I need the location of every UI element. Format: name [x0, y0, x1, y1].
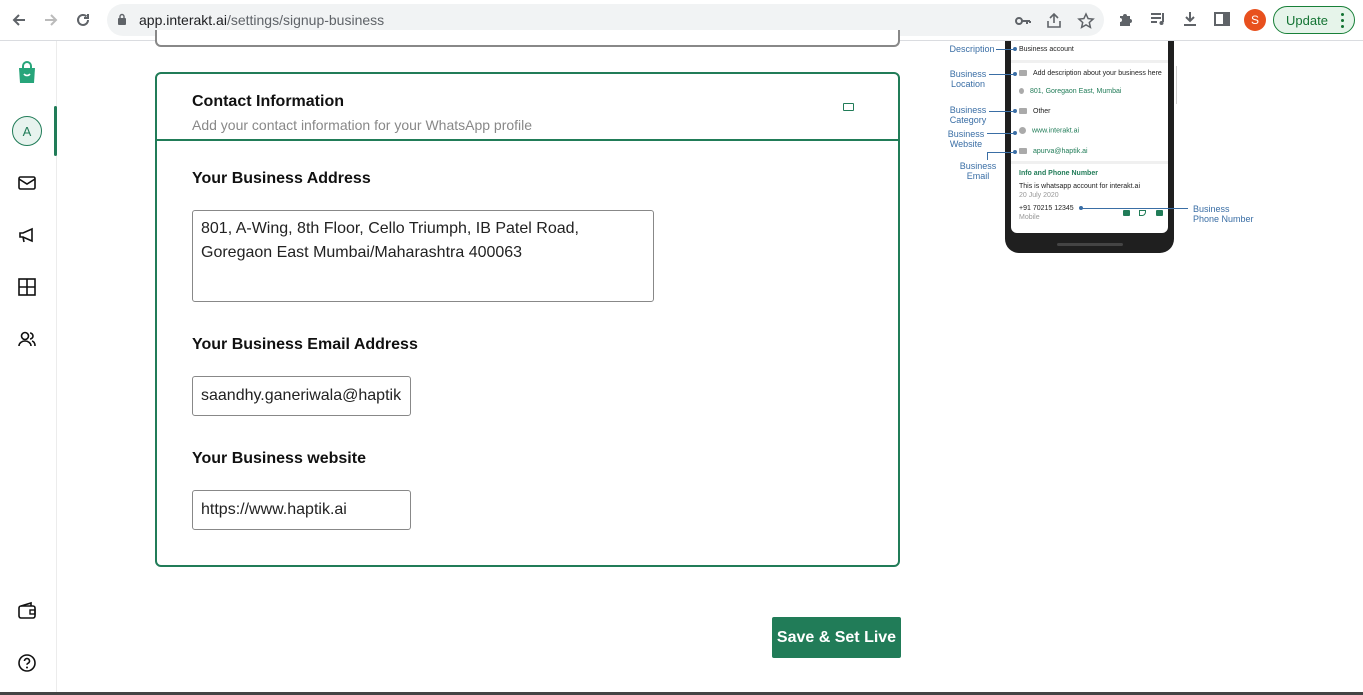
email-label: Your Business Email Address [192, 336, 418, 353]
preview-website-row: www.interakt.ai [1019, 127, 1079, 134]
annotation-description: Description [949, 44, 995, 54]
preview-email-row: apurva@haptik.ai [1019, 148, 1088, 155]
preview-guide-line [1176, 66, 1177, 104]
account-avatar[interactable]: A [12, 116, 42, 146]
video-icon [1156, 210, 1163, 216]
preview-description-row: Add description about your business here [1019, 70, 1162, 77]
category-icon [1019, 108, 1027, 115]
annotation-line [987, 152, 988, 160]
mail-icon [1019, 148, 1027, 155]
address-label: Your Business Address [192, 170, 371, 187]
profile-avatar[interactable]: S [1244, 9, 1266, 31]
card-header[interactable]: Contact Information Add your contact inf… [157, 74, 898, 141]
annotation-line [1082, 208, 1188, 209]
annotation-line [989, 111, 1014, 112]
star-icon[interactable] [1077, 12, 1095, 30]
business-address-field[interactable] [192, 210, 654, 302]
annotation-dot [1013, 47, 1017, 51]
annotation-dot [1013, 131, 1017, 135]
preview-location-row: 801, Goregaon East, Mumbai [1019, 88, 1121, 95]
save-set-live-button[interactable]: Save & Set Live [772, 617, 901, 658]
preview-category-row: Other [1019, 108, 1051, 115]
grid-icon[interactable] [17, 277, 37, 297]
phone-speaker [1057, 243, 1123, 246]
wallet-icon[interactable] [17, 601, 37, 621]
key-icon[interactable] [1014, 12, 1032, 30]
lock-icon [117, 13, 127, 31]
contact-information-card: Contact Information Add your contact inf… [155, 72, 900, 567]
phone-screen: Business account Add description about y… [1011, 41, 1168, 233]
website-label: Your Business website [192, 450, 366, 467]
forward-arrow-icon[interactable] [39, 8, 63, 32]
side-panel-icon[interactable] [1213, 10, 1233, 30]
annotation-category: Business Category [949, 105, 987, 125]
chat-icon [1123, 210, 1130, 216]
share-icon[interactable] [1045, 12, 1063, 30]
update-button[interactable]: Update [1273, 6, 1355, 34]
more-menu-icon[interactable] [1341, 13, 1344, 28]
business-website-field[interactable] [192, 490, 411, 530]
annotation-line [987, 152, 1014, 153]
url-text: app.interakt.ai/settings/signup-business [139, 12, 385, 28]
phone-call-icon [1139, 210, 1146, 216]
annotation-dot [1013, 109, 1017, 113]
preview-info-text: This is whatsapp account for interakt.ai [1019, 183, 1141, 190]
inbox-icon[interactable] [17, 173, 37, 193]
location-pin-icon [1019, 88, 1024, 95]
preview-separator [1011, 60, 1168, 63]
annotation-location: Business Location [949, 69, 987, 89]
annotation-dot [1013, 72, 1017, 76]
preview-info-date: 20 July 2020 [1019, 192, 1059, 199]
annotation-email: Business Email [959, 161, 997, 181]
preview-info-heading: Info and Phone Number [1019, 170, 1098, 177]
logo-bag-icon[interactable] [16, 61, 38, 85]
back-arrow-icon[interactable] [7, 8, 31, 32]
globe-icon [1019, 127, 1026, 134]
download-icon[interactable] [1181, 10, 1201, 30]
users-icon[interactable] [17, 329, 37, 349]
previous-card-edge [155, 30, 900, 47]
annotation-line [989, 74, 1014, 75]
business-email-field[interactable] [192, 376, 411, 416]
annotation-line [987, 133, 1014, 134]
media-queue-icon[interactable] [1149, 10, 1169, 30]
extensions-puzzle-icon[interactable] [1117, 10, 1137, 30]
reload-icon[interactable] [71, 8, 95, 32]
card-title: Contact Information [192, 93, 344, 110]
collapse-icon[interactable] [843, 103, 854, 111]
annotation-dot [1013, 150, 1017, 154]
preview-separator [1011, 161, 1168, 164]
phone-frame: Business account Add description about y… [1005, 41, 1174, 253]
annotation-website: Business Website [947, 129, 985, 149]
help-icon[interactable] [17, 653, 37, 673]
app-sidebar: A [0, 41, 57, 695]
card-subtitle: Add your contact information for your Wh… [192, 117, 533, 133]
campaign-megaphone-icon[interactable] [17, 225, 37, 245]
store-icon [1019, 70, 1027, 77]
update-label: Update [1286, 12, 1328, 28]
active-indicator [54, 106, 57, 156]
annotation-phone: Business Phone Number [1193, 204, 1254, 224]
preview-phone: +91 70215 12345 [1019, 205, 1074, 212]
annotation-line [996, 49, 1014, 50]
preview-business-account: Business account [1019, 46, 1074, 53]
preview-phone-type: Mobile [1019, 214, 1040, 221]
